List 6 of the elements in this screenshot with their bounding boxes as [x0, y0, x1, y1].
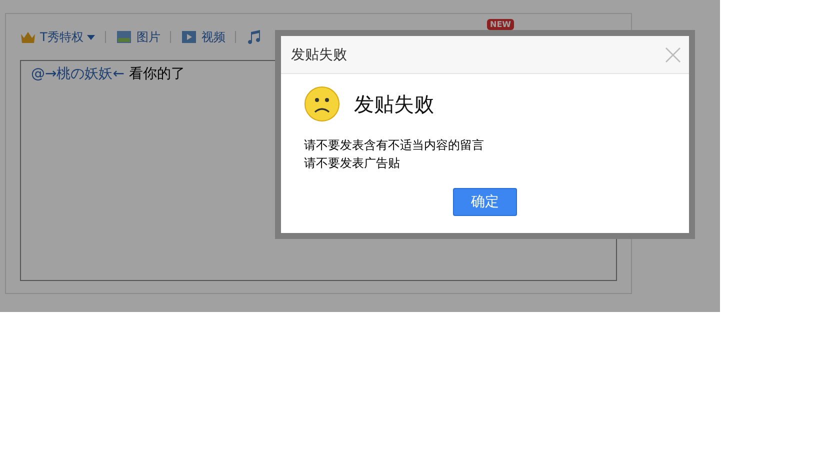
post-text: 看你的了	[128, 66, 185, 82]
error-message: 请不要发表含有不适当内容的留言	[304, 137, 485, 154]
new-badge: NEW	[487, 19, 514, 30]
dialog-title: 发贴失败	[291, 46, 347, 64]
error-message: 请不要发表广告贴	[304, 155, 401, 172]
dialog-heading: 发贴失败	[354, 90, 434, 118]
